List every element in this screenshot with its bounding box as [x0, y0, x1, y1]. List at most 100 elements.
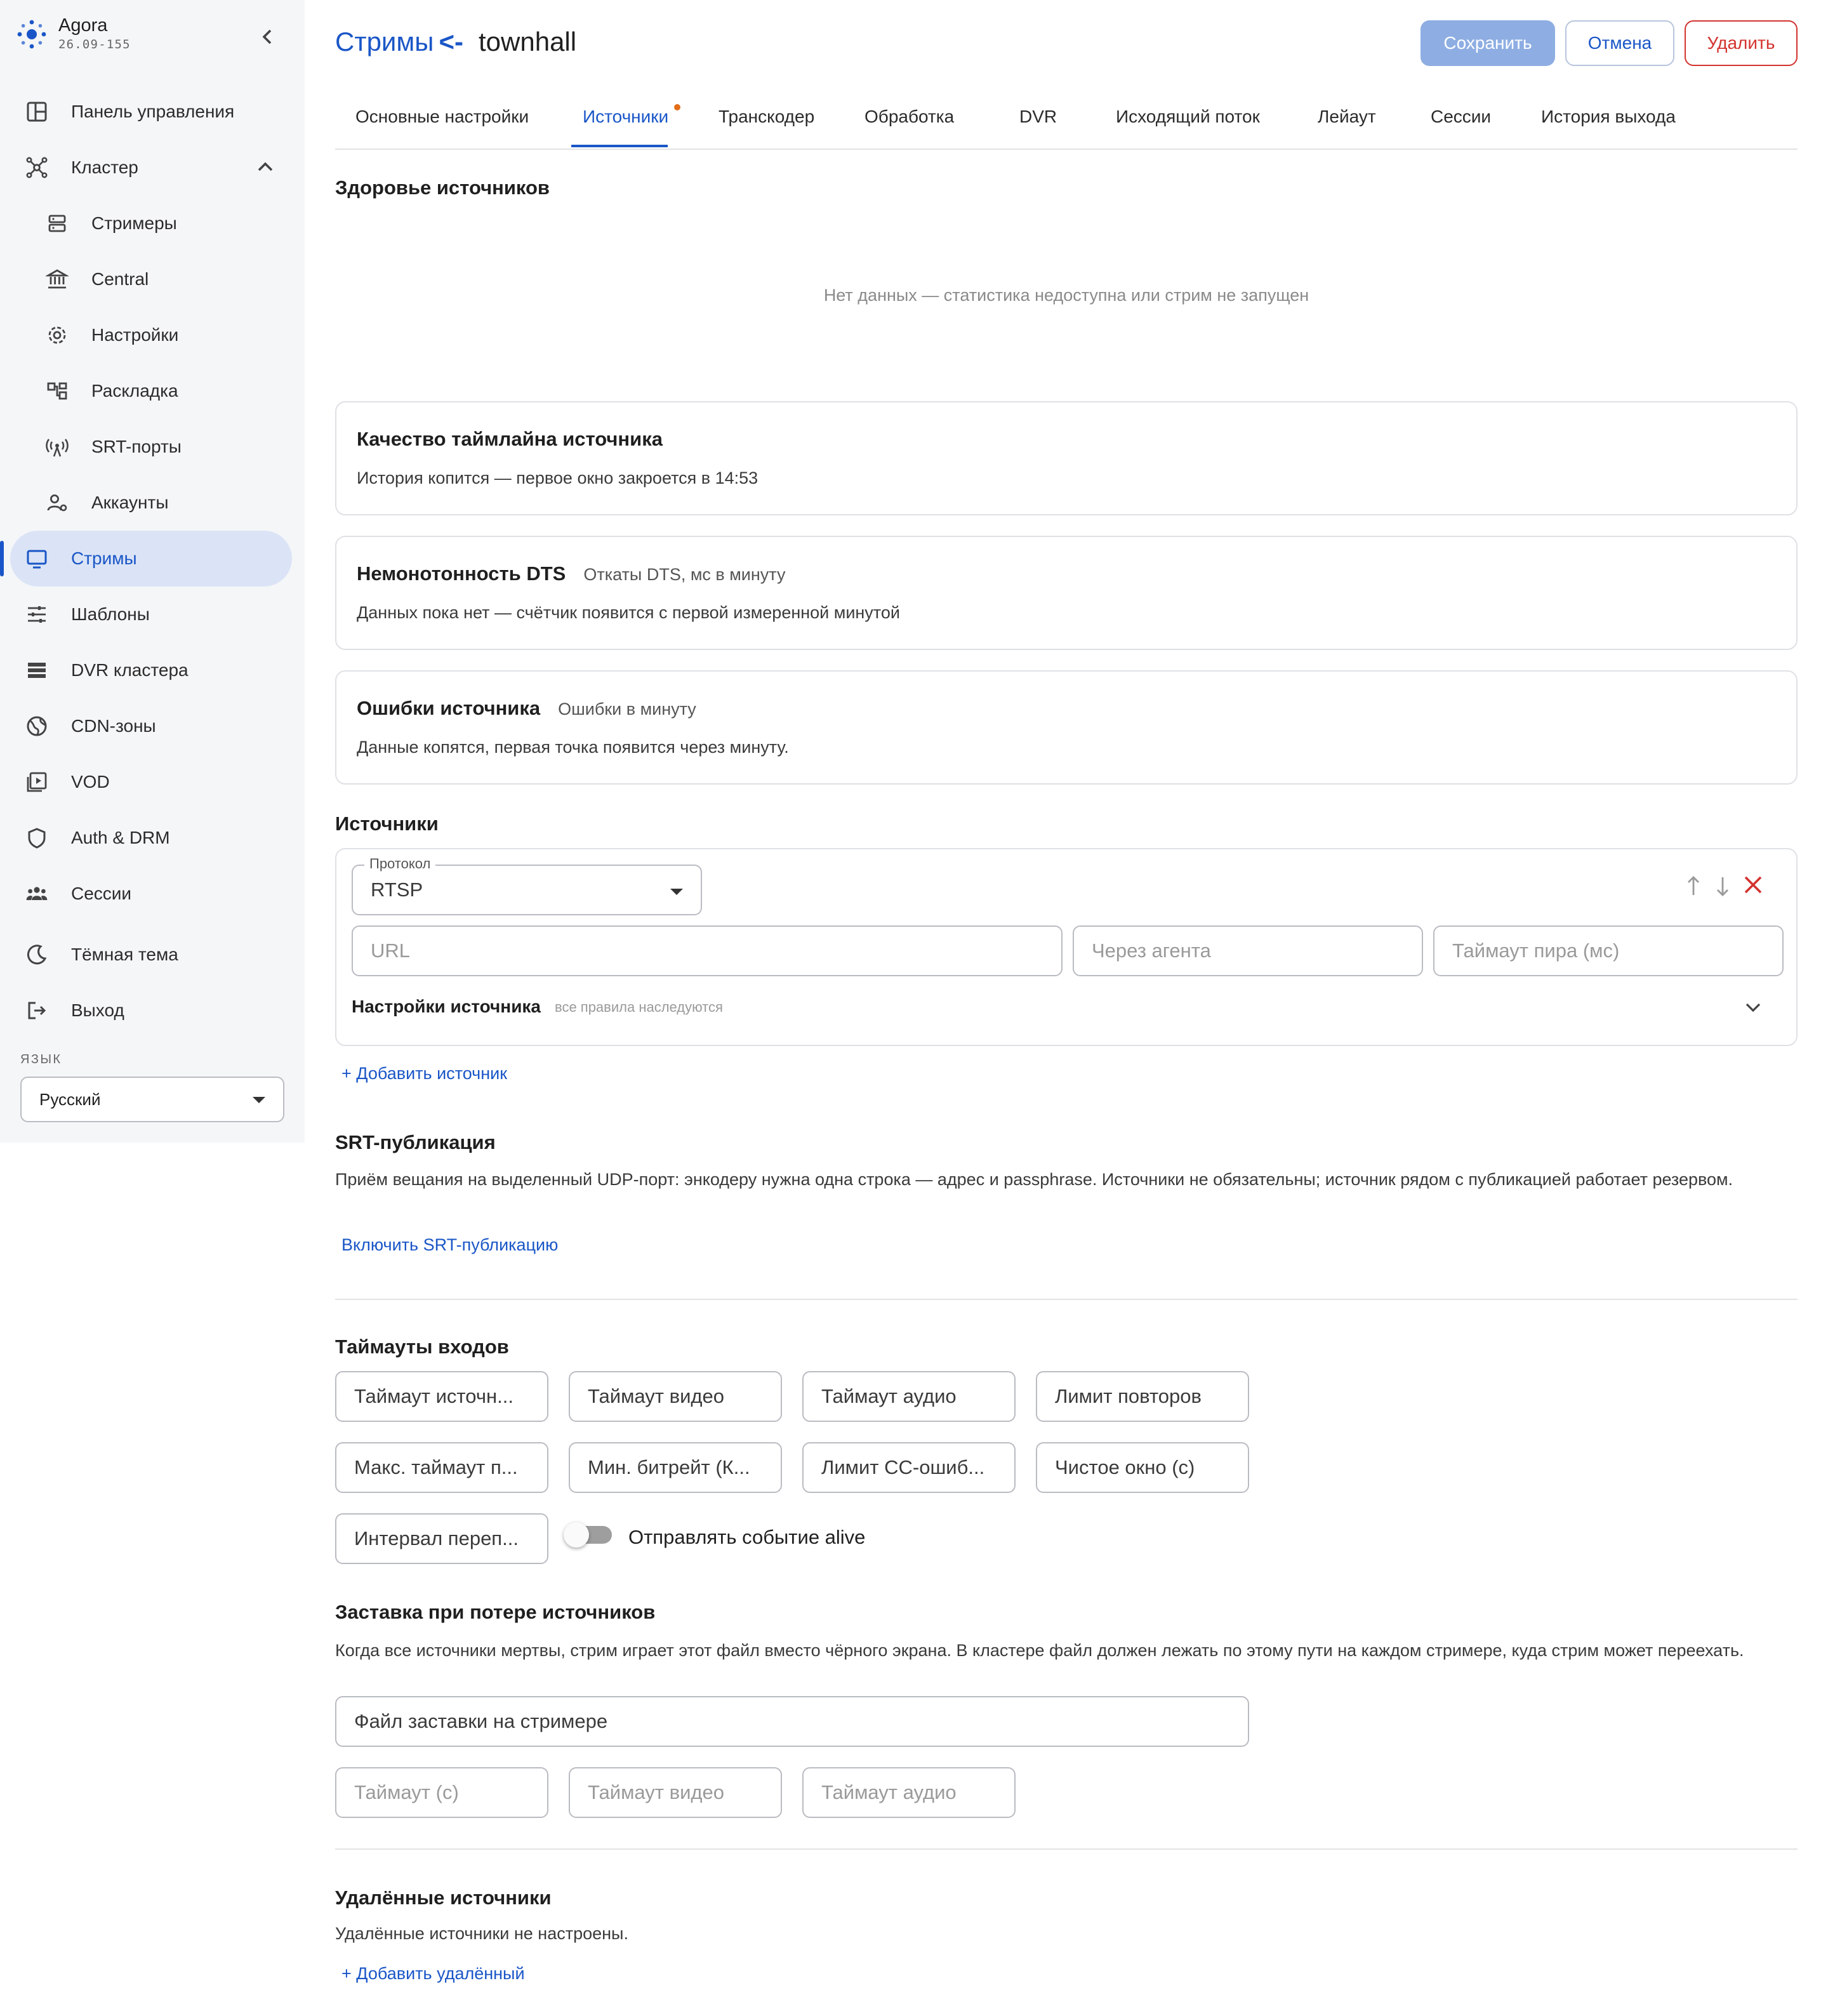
breadcrumb-streams: Стримы: [335, 27, 434, 56]
enable-srt-link[interactable]: Включить SRT-публикацию: [341, 1235, 558, 1255]
alive-event-toggle[interactable]: [564, 1522, 612, 1548]
brand[interactable]: Agora 26.09-155: [15, 15, 131, 53]
tab-processing[interactable]: Обработка: [864, 107, 954, 127]
fallback-file-input[interactable]: Файл заставки на стримере: [335, 1696, 1249, 1747]
antenna-icon: [46, 439, 69, 457]
sidebar-item-streamers[interactable]: Стримеры: [0, 196, 305, 251]
sidebar-item-label: Central: [91, 269, 149, 289]
sidebar-item-templates[interactable]: Шаблоны: [0, 587, 305, 642]
sidebar-nav: Панель управления Кластер Стримеры Centr…: [0, 84, 305, 1038]
tab-output-history[interactable]: История выхода: [1541, 107, 1676, 127]
video-timeout-input[interactable]: Таймаут видео: [569, 1371, 782, 1422]
sidebar-item-srt-ports[interactable]: SRT-порты: [0, 419, 305, 475]
fallback-video-timeout-input[interactable]: Таймаут видео: [569, 1767, 782, 1818]
tab-layout[interactable]: Лейаут: [1318, 107, 1376, 127]
streamers-icon: [48, 215, 66, 232]
sidebar-item-dashboard[interactable]: Панель управления: [0, 84, 305, 140]
cc-error-limit-input[interactable]: Лимит CC-ошиб...: [802, 1442, 1016, 1493]
agora-logo-icon: [17, 20, 46, 49]
sidebar-item-label: Аккаунты: [91, 493, 169, 512]
tab-general[interactable]: Основные настройки: [355, 107, 529, 127]
people-icon: [26, 887, 48, 900]
collapse-sidebar-button[interactable]: [254, 23, 282, 51]
min-bitrate-input[interactable]: Мин. битрейт (К...: [569, 1442, 782, 1493]
tab-transcoder[interactable]: Транскодер: [719, 107, 814, 127]
logout-icon: [28, 1002, 46, 1019]
sidebar-item-layout[interactable]: Раскладка: [0, 363, 305, 419]
add-source-link[interactable]: + Добавить источник: [341, 1064, 507, 1084]
protocol-select[interactable]: RTSP: [352, 865, 702, 915]
app-version: 26.09-155: [58, 37, 131, 51]
sidebar-item-label: DVR кластера: [71, 660, 189, 680]
tab-bar: Основные настройки Источники Транскодер …: [335, 96, 1798, 150]
source-settings-hint: все правила наследуются: [555, 999, 723, 1015]
sidebar-item-label: Стримы: [71, 548, 137, 568]
cancel-button[interactable]: Отмена: [1565, 20, 1674, 66]
dashboard-icon: [27, 102, 47, 122]
sidebar-item-accounts[interactable]: Аккаунты: [0, 475, 305, 531]
language-value: Русский: [39, 1089, 101, 1109]
sidebar-item-cluster-dvr[interactable]: DVR кластера: [0, 642, 305, 698]
sliders-icon: [28, 606, 46, 623]
sidebar-item-label: VOD: [71, 772, 110, 792]
chevron-down-icon[interactable]: [1743, 997, 1763, 1017]
max-timeout-input[interactable]: Макс. таймаут п...: [335, 1442, 548, 1493]
save-button[interactable]: Сохранить: [1421, 20, 1555, 66]
dropdown-arrow-icon: [670, 889, 683, 895]
sidebar-item-settings[interactable]: Настройки: [0, 307, 305, 363]
app-name: Agora: [58, 15, 108, 36]
sidebar-item-vod[interactable]: VOD: [0, 754, 305, 810]
fallback-audio-timeout-input[interactable]: Таймаут аудио: [802, 1767, 1016, 1818]
active-item-highlight: [10, 531, 292, 587]
monitor-icon: [27, 550, 47, 569]
tab-sources[interactable]: Источники: [583, 107, 668, 127]
srt-description: Приём вещания на выделенный UDP-порт: эн…: [335, 1170, 1733, 1189]
moon-icon: [27, 945, 47, 965]
sidebar-item-label: Выход: [71, 1000, 124, 1020]
source-timeout-input[interactable]: Таймаут источн...: [335, 1371, 548, 1422]
tab-output[interactable]: Исходящий поток: [1116, 107, 1260, 127]
sidebar-item-sessions[interactable]: Сессии: [0, 866, 305, 922]
move-down-icon[interactable]: [1714, 875, 1732, 898]
card-title: Ошибки источника Ошибки в минуту: [357, 697, 696, 720]
sidebar-item-streams[interactable]: Стримы: [0, 531, 305, 587]
breadcrumb-link[interactable]: Стримы <-: [335, 27, 463, 57]
fallback-timeout-input[interactable]: Таймаут (с): [335, 1767, 548, 1818]
sidebar-item-cluster[interactable]: Кластер: [0, 140, 305, 196]
dts-card: Немонотонность DTS Откаты DTS, мс в минут…: [335, 536, 1798, 650]
move-up-icon[interactable]: [1685, 875, 1702, 898]
language-select[interactable]: Русский: [20, 1077, 284, 1122]
clean-window-input[interactable]: Чистое окно (с): [1036, 1442, 1249, 1493]
sidebar-item-label: Шаблоны: [71, 604, 150, 624]
sidebar-item-auth-drm[interactable]: Auth & DRM: [0, 810, 305, 866]
active-tab-indicator: [571, 145, 668, 147]
remove-source-icon[interactable]: [1743, 875, 1763, 895]
agent-input[interactable]: Через агента: [1073, 925, 1423, 976]
bank-icon: [46, 269, 69, 289]
logout-button[interactable]: Выход: [0, 983, 305, 1038]
sidebar-item-central[interactable]: Central: [0, 251, 305, 307]
source-settings-title[interactable]: Настройки источника: [352, 997, 541, 1017]
unsaved-changes-dot: [674, 104, 680, 110]
audio-timeout-input[interactable]: Таймаут аудио: [802, 1371, 1016, 1422]
reconnect-interval-input[interactable]: Интервал переп...: [335, 1513, 548, 1564]
section-divider: [335, 1848, 1798, 1850]
peer-timeout-input[interactable]: Таймаут пира (мс): [1433, 925, 1784, 976]
sidebar-item-label: Сессии: [71, 884, 132, 903]
srt-title: SRT-публикация: [335, 1131, 496, 1153]
url-input[interactable]: URL: [352, 925, 1063, 976]
protocol-value: RTSP: [371, 879, 423, 901]
language-label: Язык: [20, 1052, 62, 1066]
delete-button[interactable]: Удалить: [1685, 20, 1798, 66]
sidebar-item-label: CDN-зоны: [71, 716, 156, 736]
tab-dvr[interactable]: DVR: [1019, 107, 1057, 127]
sidebar-item-cdn-zones[interactable]: CDN-зоны: [0, 698, 305, 754]
sidebar-item-label: Раскладка: [91, 381, 178, 401]
video-library-icon: [27, 772, 47, 792]
add-remote-link[interactable]: + Добавить удалённый: [341, 1964, 525, 1984]
dark-theme-toggle[interactable]: Тёмная тема: [0, 927, 305, 983]
tab-sessions[interactable]: Сессии: [1431, 107, 1491, 127]
protocol-label: Протокол: [364, 856, 436, 872]
storage-icon: [28, 663, 46, 678]
retry-limit-input[interactable]: Лимит повторов: [1036, 1371, 1249, 1422]
